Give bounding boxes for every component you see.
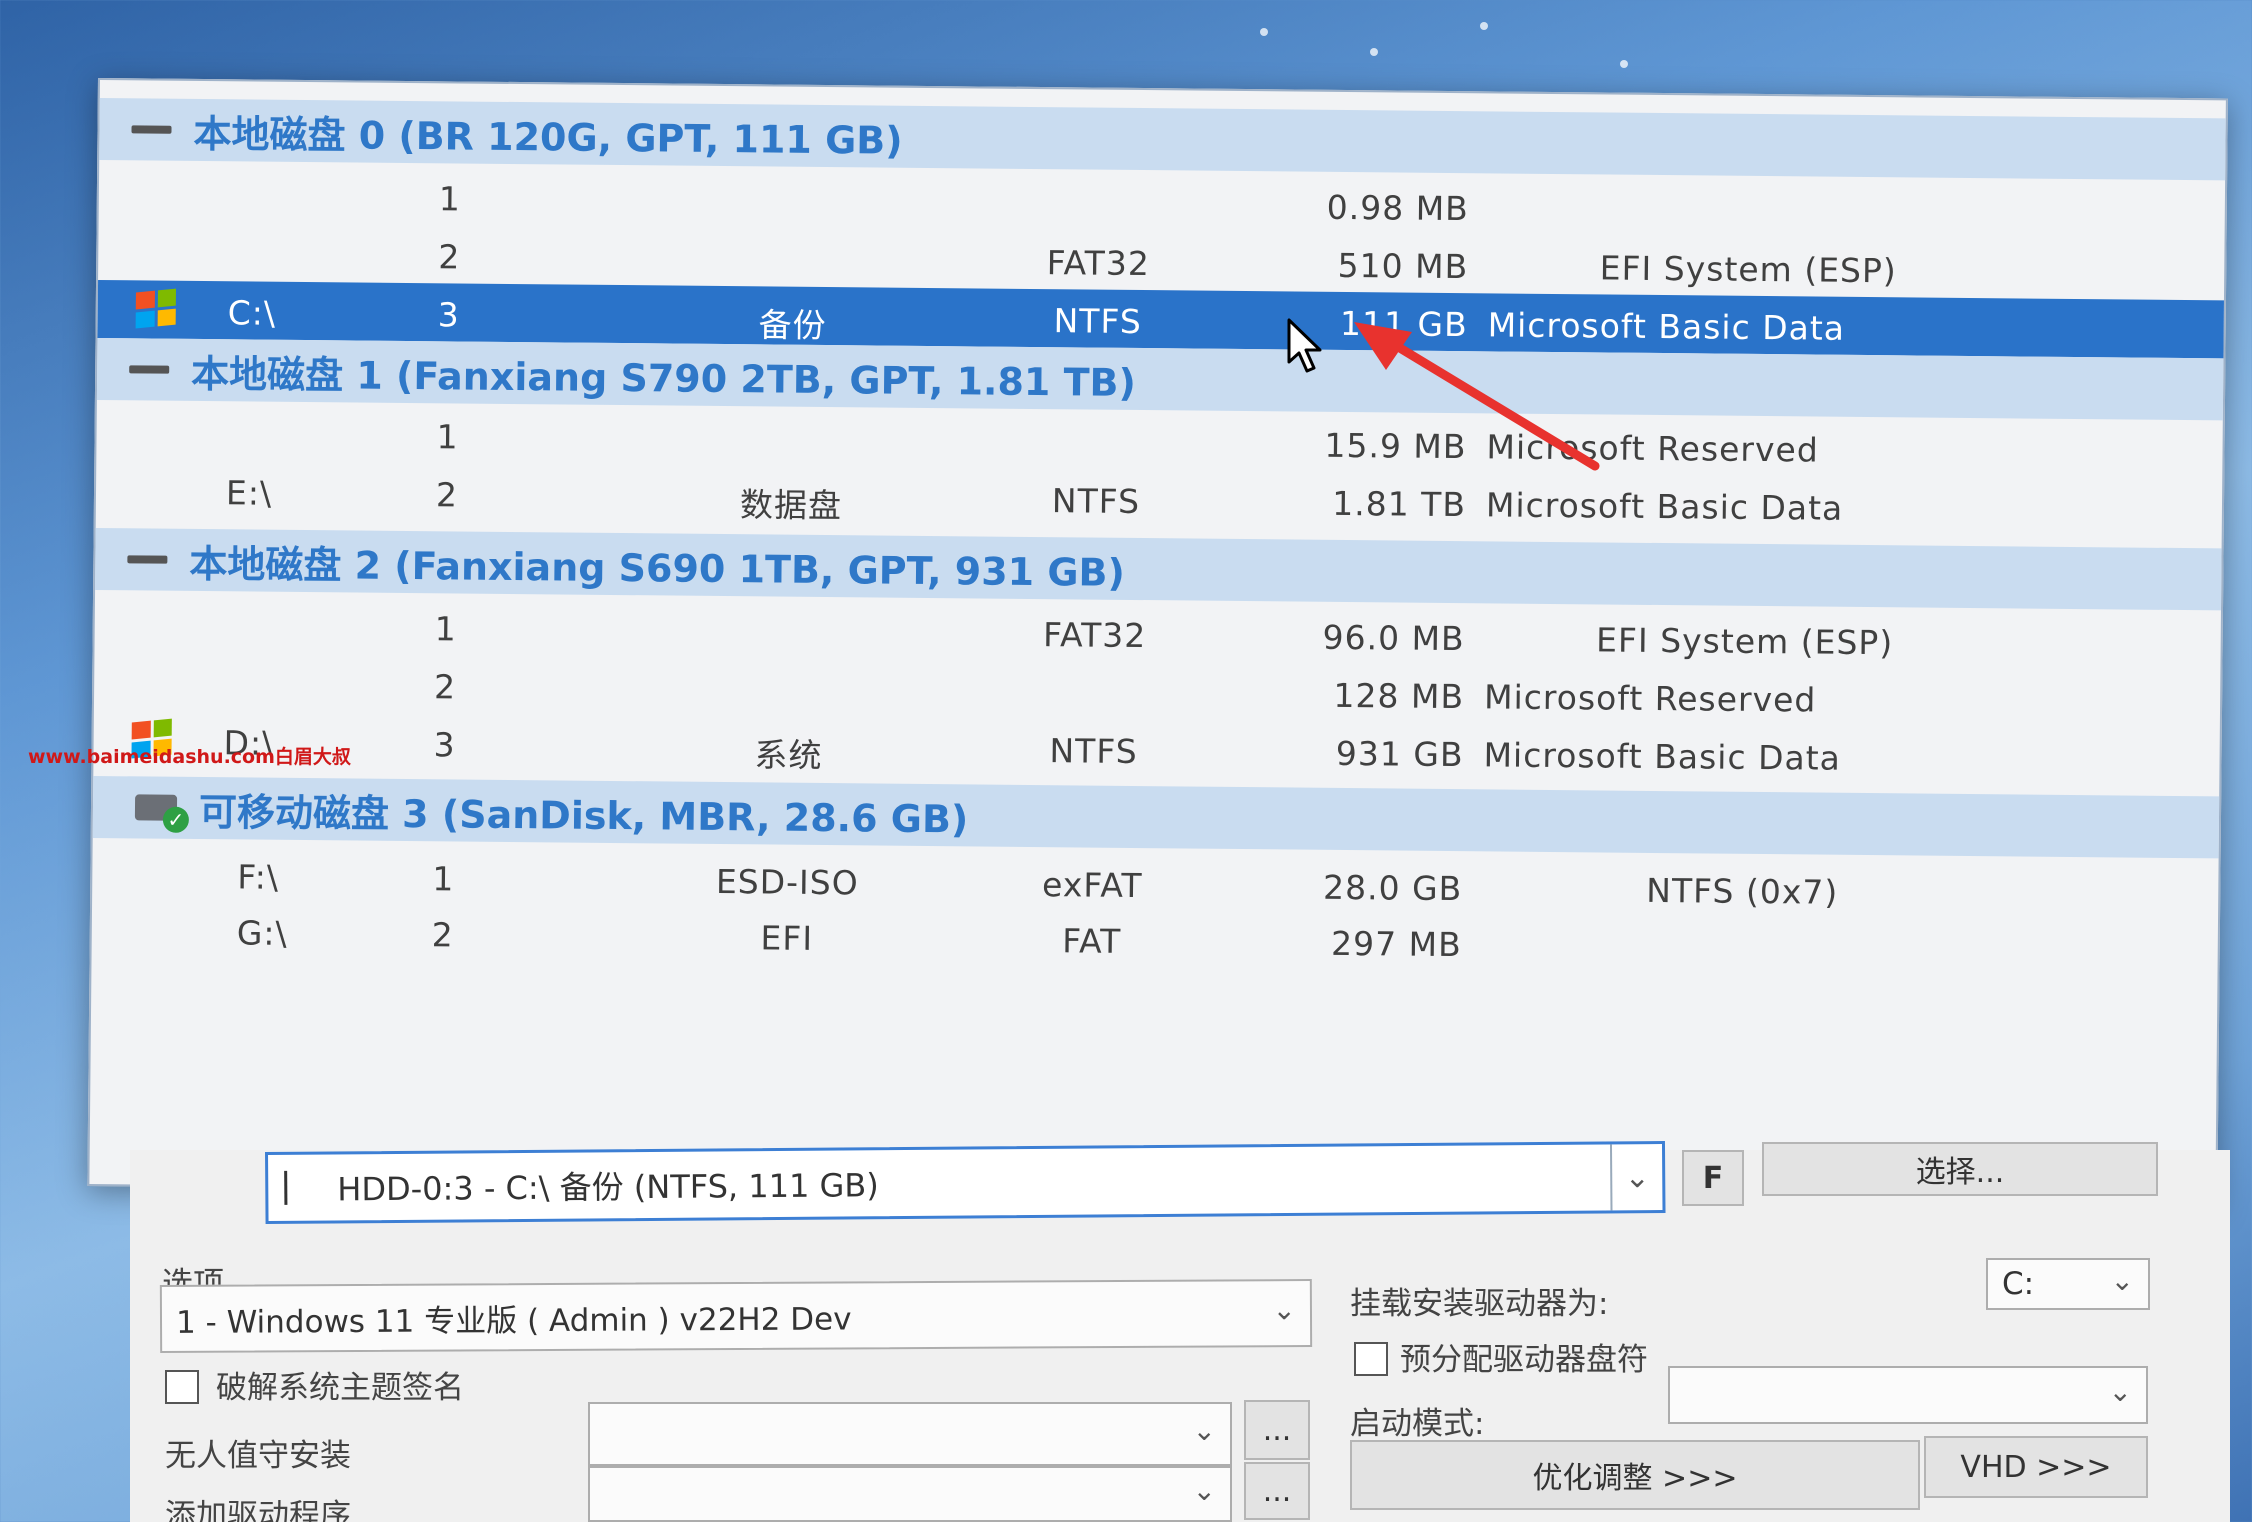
partition-number: 2	[438, 237, 461, 277]
partition-type: Microsoft Reserved	[1483, 677, 1817, 720]
add-driver-label: 添加驱动程序	[165, 1498, 351, 1522]
collapse-icon[interactable]	[131, 125, 172, 134]
partition-number: 2	[431, 915, 454, 955]
windows-icon	[135, 288, 176, 329]
partition-filesystem: FAT	[1062, 921, 1122, 961]
disk-header-3[interactable]: ✓ 可移动磁盘 3 (SanDisk, MBR, 28.6 GB)	[92, 775, 2220, 859]
unattended-label: 无人值守安装	[165, 1438, 351, 1474]
edition-value: 1 - Windows 11 专业版 ( Admin ) v22H2 Dev	[175, 1300, 852, 1341]
add-driver-select[interactable]: ⌄	[588, 1466, 1232, 1522]
text-caret	[284, 1170, 288, 1205]
chevron-down-icon: ⌄	[1272, 1293, 1297, 1327]
chevron-down-icon: ⌄	[1192, 1414, 1216, 1448]
mount-drive-value: C:	[2002, 1266, 2035, 1302]
target-partition-combobox[interactable]: HDD-0:3 - C:\ 备份 (NTFS, 111 GB) ⌄	[265, 1141, 1666, 1224]
partition-size: 297 MB	[1330, 923, 1462, 965]
chevron-down-icon: ⌄	[2110, 1264, 2134, 1298]
partition-type: EFI System (ESP)	[1599, 248, 1897, 291]
partition-filesystem: NTFS	[1051, 481, 1141, 522]
partition-label: EFI	[760, 918, 814, 958]
partition-size: 510 MB	[1337, 245, 1469, 287]
collapse-icon[interactable]	[127, 555, 168, 564]
chevron-down-icon: ⌄	[1192, 1474, 1216, 1508]
prealloc-drive-checkbox[interactable]	[1354, 1342, 1388, 1376]
select-button[interactable]: 选择...	[1762, 1142, 2158, 1196]
partition-type: Microsoft Basic Data	[1485, 485, 1844, 528]
partition-filesystem: FAT32	[1042, 615, 1147, 656]
partition-number: 1	[436, 417, 459, 457]
annotation-arrow-icon	[1354, 322, 1600, 471]
partition-number: 1	[432, 859, 455, 899]
partition-size: 28.0 GB	[1322, 867, 1463, 909]
optimize-button[interactable]: 优化调整 >>>	[1350, 1440, 1920, 1510]
partition-label: 系统	[754, 735, 823, 775]
unattended-browse-button[interactable]: ...	[1244, 1400, 1310, 1460]
mount-drive-label: 挂载安装驱动器为:	[1350, 1286, 1609, 1322]
partition-filesystem: exFAT	[1041, 865, 1143, 906]
boot-mode-select[interactable]: ⌄	[1668, 1366, 2148, 1424]
mount-drive-select[interactable]: C: ⌄	[1986, 1258, 2150, 1310]
partition-number: 1	[434, 609, 457, 649]
background-dot	[1620, 60, 1628, 68]
vhd-button[interactable]: VHD >>>	[1924, 1436, 2148, 1498]
crack-theme-checkbox[interactable]	[165, 1370, 199, 1404]
partition-drive: C:\	[227, 293, 277, 333]
f-button[interactable]: F	[1682, 1150, 1744, 1206]
partition-drive: G:\	[236, 913, 288, 953]
removable-drive-icon: ✓	[134, 788, 190, 833]
disk-title: 本地磁盘 1 (Fanxiang S790 2TB, GPT, 1.81 TB)	[190, 351, 1137, 405]
partition-size: 0.98 MB	[1326, 187, 1469, 229]
partition-number: 2	[435, 475, 459, 515]
partition-filesystem: FAT32	[1046, 243, 1151, 284]
disk-title: 可移动磁盘 3 (SanDisk, MBR, 28.6 GB)	[198, 789, 969, 841]
background-dot	[1260, 28, 1268, 36]
partition-type: EFI System (ESP)	[1595, 620, 1894, 663]
edition-select[interactable]: 1 - Windows 11 专业版 ( Admin ) v22H2 Dev ⌄	[159, 1278, 1313, 1354]
partition-label: 备份	[758, 305, 827, 346]
partition-label: 数据盘	[739, 485, 843, 526]
chevron-down-icon[interactable]: ⌄	[1609, 1144, 1663, 1211]
partition-number: 2	[433, 667, 457, 707]
watermark: www.baimeidashu.com白眉大叔	[28, 746, 351, 768]
partition-drive: F:\	[237, 857, 280, 897]
prealloc-drive-label: 预分配驱动器盘符	[1400, 1342, 1648, 1378]
disk-title: 本地磁盘 0 (BR 120G, GPT, 111 GB)	[193, 111, 903, 163]
background-dot	[1480, 22, 1488, 30]
partition-size: 96.0 MB	[1322, 617, 1465, 659]
boot-mode-label: 启动模式:	[1350, 1406, 1485, 1442]
background-dot	[1370, 48, 1378, 56]
disk-title: 本地磁盘 2 (Fanxiang S690 1TB, GPT, 931 GB)	[189, 541, 1126, 595]
add-driver-browse-button[interactable]: ...	[1244, 1462, 1310, 1520]
partition-number: 3	[437, 295, 460, 335]
target-partition-value: HDD-0:3 - C:\ 备份 (NTFS, 111 GB)	[337, 1166, 879, 1209]
collapse-icon[interactable]	[129, 365, 170, 374]
partition-label: ESD-ISO	[715, 861, 859, 903]
partition-number: 3	[433, 725, 456, 765]
partition-list[interactable]: 本地磁盘 0 (BR 120G, GPT, 111 GB) 1 0.98 MB …	[87, 78, 2228, 1207]
partition-size: 128 MB	[1333, 675, 1465, 717]
partition-number: 1	[438, 179, 462, 219]
partition-size: 931 GB	[1335, 733, 1464, 775]
partition-size: 1.81 TB	[1332, 483, 1467, 525]
partition-filesystem: NTFS	[1053, 301, 1142, 342]
unattended-select[interactable]: ⌄	[588, 1402, 1232, 1466]
mouse-cursor-icon	[1287, 318, 1322, 373]
partition-type: NTFS (0x7)	[1646, 870, 1839, 912]
partition-type: Microsoft Basic Data	[1483, 735, 1842, 778]
partition-drive: E:\	[225, 473, 273, 513]
partition-filesystem: NTFS	[1049, 731, 1138, 772]
crack-theme-label: 破解系统主题签名	[216, 1370, 464, 1406]
chevron-down-icon: ⌄	[2108, 1375, 2132, 1409]
